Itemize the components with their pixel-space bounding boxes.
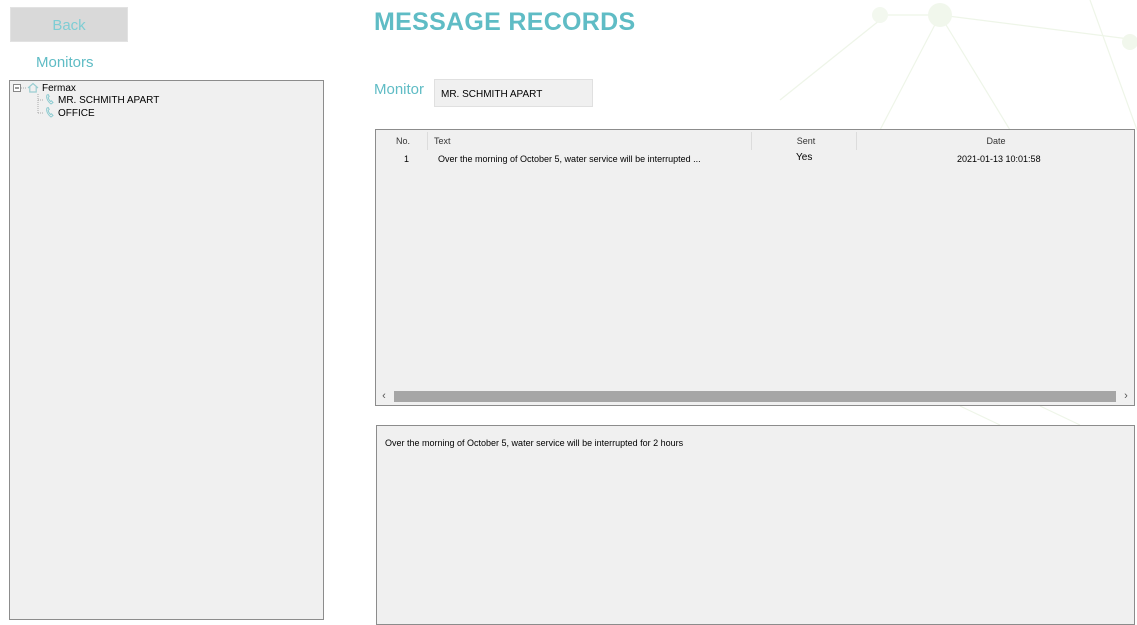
monitor-tree[interactable]: Fermax MR. SCHMITH APART OFFICE	[9, 80, 324, 620]
monitors-heading: Monitors	[36, 54, 94, 71]
tree-collapse-icon[interactable]	[13, 84, 21, 92]
row-text: Over the morning of October 5, water ser…	[438, 154, 701, 164]
message-list[interactable]: No. Text Sent Date 1 Over the morning of…	[375, 129, 1135, 406]
row-sent: Yes	[796, 152, 813, 163]
phone-icon	[46, 93, 54, 105]
column-divider	[856, 132, 857, 150]
back-button[interactable]: Back	[10, 7, 128, 42]
phone-icon	[46, 106, 54, 118]
tree-item-office[interactable]: OFFICE	[45, 106, 95, 119]
tree-item-fermax[interactable]: Fermax	[27, 82, 76, 94]
monitor-label: Monitor	[374, 81, 425, 98]
monitor-field[interactable]: MR. SCHMITH APART	[434, 79, 593, 107]
tree-item-label: OFFICE	[58, 108, 95, 119]
row-number: 1	[404, 154, 410, 164]
scrollbar-thumb[interactable]	[394, 391, 1116, 402]
column-divider	[751, 132, 752, 150]
column-header-no[interactable]: No.	[392, 136, 414, 146]
tree-item-label: MR. SCHMITH APART	[58, 95, 160, 106]
column-header-date[interactable]: Date	[956, 136, 1036, 146]
horizontal-scrollbar[interactable]: ‹ ›	[376, 388, 1134, 405]
row-date: 2021-01-13 10:01:58	[957, 154, 1041, 164]
column-header-sent[interactable]: Sent	[781, 136, 831, 146]
home-icon	[27, 82, 39, 93]
column-divider	[427, 132, 428, 150]
message-detail-text: Over the morning of October 5, water ser…	[385, 438, 684, 448]
chevron-right-icon[interactable]: ›	[1118, 388, 1134, 405]
column-header-text[interactable]: Text	[434, 136, 451, 146]
chevron-left-icon[interactable]: ‹	[376, 388, 392, 405]
message-detail[interactable]: Over the morning of October 5, water ser…	[376, 425, 1135, 625]
tree-item-label: Fermax	[42, 83, 76, 94]
page-title: MESSAGE RECORDS	[374, 8, 636, 36]
tree-item-mr-schmith-apart[interactable]: MR. SCHMITH APART	[45, 93, 160, 106]
